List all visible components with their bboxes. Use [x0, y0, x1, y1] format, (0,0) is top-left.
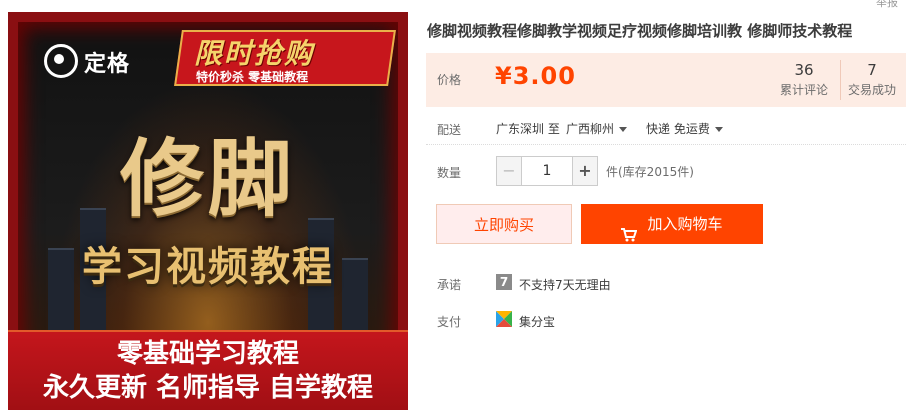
shopping-cart-icon	[621, 217, 638, 241]
buy-now-button[interactable]: 立即购买	[436, 204, 572, 244]
product-title: 修脚视频教程修脚教学视频足疗视频修脚培训教 修脚师技术教程	[427, 22, 853, 40]
report-link[interactable]: 举报	[876, 0, 898, 10]
ship-method-select[interactable]: 快递 免运费	[646, 120, 723, 137]
shipping-label: 配送	[437, 123, 462, 137]
seven-day-icon: 7	[496, 274, 512, 290]
add-to-cart-label: 加入购物车	[647, 215, 723, 233]
price-value: ¥3.00	[495, 62, 576, 90]
quantity-increase-button[interactable]: +	[572, 157, 597, 185]
sales-count-stat: 7 交易成功	[844, 61, 900, 98]
payment-label: 支付	[437, 315, 462, 329]
ship-to-value: 广西柳州	[566, 122, 615, 136]
banner-sub-title: 学习视频教程	[82, 244, 334, 290]
review-count-label: 累计评论	[779, 83, 828, 97]
price-label: 价格	[437, 73, 462, 87]
promo-title: 限时抢购	[194, 37, 315, 70]
promise-label: 承诺	[437, 278, 462, 292]
sales-count-label: 交易成功	[847, 83, 896, 97]
jifenbao-icon	[496, 311, 512, 327]
divider	[426, 144, 906, 146]
banner-footer-line2: 永久更新 名师指导 自学教程	[42, 373, 374, 403]
review-count-stat[interactable]: 36 累计评论	[776, 61, 832, 98]
ship-to-select[interactable]: 广西柳州	[566, 120, 628, 137]
film-camera-icon	[44, 44, 78, 78]
ship-from: 广东深圳 至	[496, 122, 560, 136]
product-main-image[interactable]: 定格 限时抢购 特价秒杀 零基础教程 修脚 学习视频教程 零基础学习教程 永久更…	[8, 12, 408, 410]
chevron-down-icon	[714, 127, 723, 132]
sales-count: 7	[867, 61, 877, 79]
chevron-down-icon	[619, 127, 628, 132]
ship-method-value: 快递 免运费	[646, 122, 710, 136]
quantity-stepper: − 1 +	[496, 156, 598, 186]
promo-subtitle: 特价秒杀 零基础教程	[196, 70, 309, 84]
banner-footer-line1: 零基础学习教程	[116, 339, 299, 369]
quantity-input[interactable]: 1	[522, 157, 572, 185]
stock-text: 件(库存2015件)	[606, 165, 694, 179]
stat-divider	[840, 60, 841, 100]
quantity-decrease-button[interactable]: −	[497, 157, 522, 185]
payment-method: 集分宝	[519, 315, 556, 329]
banner-main-title: 修脚	[119, 130, 296, 228]
quantity-label: 数量	[437, 166, 462, 180]
promise-text[interactable]: 不支持7天无理由	[519, 276, 611, 293]
review-count: 36	[794, 61, 814, 79]
add-to-cart-button[interactable]: 加入购物车	[581, 204, 763, 244]
brand-logo-text: 定格	[84, 52, 131, 77]
